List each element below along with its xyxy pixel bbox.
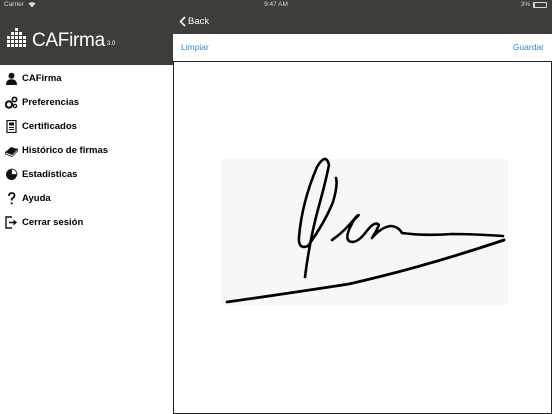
sidebar-item-preferencias[interactable]: Preferencias (0, 92, 173, 114)
sidebar-item-label: Cerrar sesión (22, 217, 84, 228)
sidebar-item-label: Ayuda (22, 193, 51, 204)
chevron-left-icon (179, 16, 186, 27)
sidebar-item-cafirma[interactable]: CAFirma (0, 68, 173, 90)
signature-drawing (221, 157, 508, 305)
app-version: 3.0 (107, 41, 116, 47)
sidebar-item-certificados[interactable]: Certificados (0, 116, 173, 138)
status-time: 9:47 AM (264, 1, 288, 8)
sidebar-item-label: Histórico de firmas (22, 145, 109, 156)
nav-bar: Back (173, 10, 552, 34)
back-button-label: Back (188, 16, 210, 27)
battery-icon (533, 2, 547, 8)
battery-percent: 3% (520, 1, 530, 8)
sidebar-item-label: Preferencias (22, 97, 80, 108)
app-name: CAFirma (32, 30, 105, 51)
logout-icon (5, 216, 17, 229)
sidebar-item-label: Certificados (22, 121, 77, 132)
clear-button[interactable]: Limpiar (181, 42, 209, 52)
app-logo-icon (7, 28, 26, 47)
sidebar-item-label: Estadísticas (22, 169, 78, 180)
pie-chart-icon (6, 168, 18, 180)
question-icon (8, 192, 16, 205)
sidebar-item-ayuda[interactable]: Ayuda (0, 188, 173, 210)
sidebar-header: CAFirma 3.0 (0, 10, 173, 65)
save-button[interactable]: Guardar (513, 42, 544, 52)
signature-toolbar: Limpiar Guardar (173, 34, 552, 61)
user-icon (6, 72, 17, 85)
sidebar-item-label: CAFirma (22, 73, 62, 84)
sidebar-item-historico[interactable]: Histórico de firmas (0, 140, 173, 162)
status-bar: Carrier 9:47 AM 3% (0, 0, 552, 10)
sidebar-item-estadisticas[interactable]: Estadísticas (0, 164, 173, 186)
signature-canvas[interactable] (173, 61, 552, 414)
certificate-icon (6, 120, 17, 133)
sidebar-item-cerrar-sesion[interactable]: Cerrar sesión (0, 212, 173, 234)
gears-icon (5, 96, 18, 109)
history-icon (5, 147, 18, 157)
